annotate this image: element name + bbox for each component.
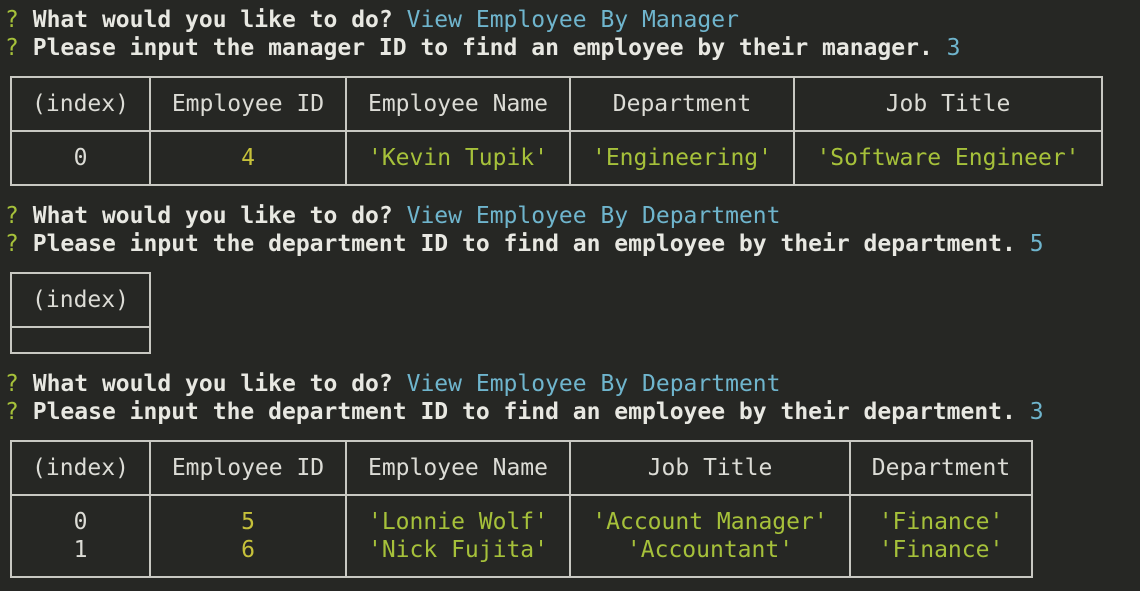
cell-employee-name: 'Lonnie Wolf' (367, 509, 548, 535)
column-header-index: (index) (10, 76, 151, 132)
prompt-line: ? Please input the department ID to find… (5, 398, 1044, 426)
column-header-job-title: Job Title (569, 440, 851, 496)
prompt-line: ? Please input the department ID to find… (5, 230, 1044, 258)
prompt-line: ? What would you like to do? View Employ… (5, 202, 780, 230)
cell-department: 'Engineering' (569, 130, 795, 186)
question-mark: ? (5, 203, 19, 229)
prompt-question: Please input the department ID to find a… (32, 231, 1016, 257)
prompt-answer: View Employee By Department (406, 371, 781, 397)
table-row: 0 4 'Kevin Tupik' 'Engineering' 'Softwar… (10, 130, 1103, 186)
prompt-line: ? What would you like to do? View Employ… (5, 370, 780, 398)
column-header-employee-name: Employee Name (345, 76, 571, 132)
cell-index: 0 (10, 130, 151, 186)
empty-result-table: (index) (10, 272, 151, 354)
column-header-employee-id: Employee ID (149, 76, 347, 132)
prompt-line: ? What would you like to do? View Employ… (5, 6, 739, 34)
question-mark: ? (5, 231, 19, 257)
cell-index: 0 (73, 509, 88, 535)
cell-employee-name: 'Nick Fujita' (367, 537, 548, 563)
prompt-question: What would you like to do? (32, 7, 393, 33)
column-header-employee-name: Employee Name (345, 440, 571, 496)
prompt-question: What would you like to do? (32, 203, 393, 229)
cell-employee-id-column: 56 (149, 494, 347, 578)
column-header-department: Department (849, 440, 1033, 496)
prompt-answer: View Employee By Department (406, 203, 781, 229)
table-header-row: (index) Employee ID Employee Name Job Ti… (10, 440, 1033, 496)
cell-index-column: 01 (10, 494, 151, 578)
prompt-answer: 3 (946, 35, 961, 61)
question-mark: ? (5, 371, 19, 397)
question-mark: ? (5, 35, 19, 61)
prompt-answer: 5 (1029, 231, 1044, 257)
column-header-index: (index) (10, 272, 151, 328)
table-header-row: (index) Employee ID Employee Name Depart… (10, 76, 1103, 132)
prompt-answer: View Employee By Manager (406, 7, 739, 33)
cell-job-title: 'Accountant' (626, 537, 794, 563)
column-header-department: Department (569, 76, 795, 132)
question-mark: ? (5, 7, 19, 33)
prompt-question: Please input the manager ID to find an e… (32, 35, 933, 61)
cell-employee-id: 5 (241, 509, 255, 535)
cell-index: 1 (73, 537, 88, 563)
cell-employee-name-column: 'Lonnie Wolf' 'Nick Fujita' (345, 494, 571, 578)
table-header-row: (index) (10, 272, 151, 328)
employees-by-manager-table: (index) Employee ID Employee Name Depart… (10, 76, 1103, 186)
cell-department: 'Finance' (878, 509, 1004, 535)
cell-department: 'Finance' (878, 537, 1004, 563)
cell-employee-id: 4 (149, 130, 347, 186)
cell-job-title-column: 'Account Manager' 'Accountant' (569, 494, 851, 578)
prompt-question: Please input the department ID to find a… (32, 399, 1016, 425)
table-row (10, 326, 151, 354)
cell-employee-name: 'Kevin Tupik' (345, 130, 571, 186)
question-mark: ? (5, 399, 19, 425)
cell-department-column: 'Finance' 'Finance' (849, 494, 1033, 578)
cell-job-title: 'Software Engineer' (793, 130, 1103, 186)
employees-by-department-table: (index) Employee ID Employee Name Job Ti… (10, 440, 1033, 578)
column-header-index: (index) (10, 440, 151, 496)
cell-job-title: 'Account Manager' (592, 509, 828, 535)
column-header-job-title: Job Title (793, 76, 1103, 132)
prompt-answer: 3 (1029, 399, 1044, 425)
table-body-row: 01 56 'Lonnie Wolf' 'Nick Fujita' 'Accoun… (10, 494, 1033, 578)
column-header-employee-id: Employee ID (149, 440, 347, 496)
prompt-question: What would you like to do? (32, 371, 393, 397)
empty-cell (10, 326, 151, 354)
cell-employee-id: 6 (241, 537, 255, 563)
prompt-line: ? Please input the manager ID to find an… (5, 34, 961, 62)
